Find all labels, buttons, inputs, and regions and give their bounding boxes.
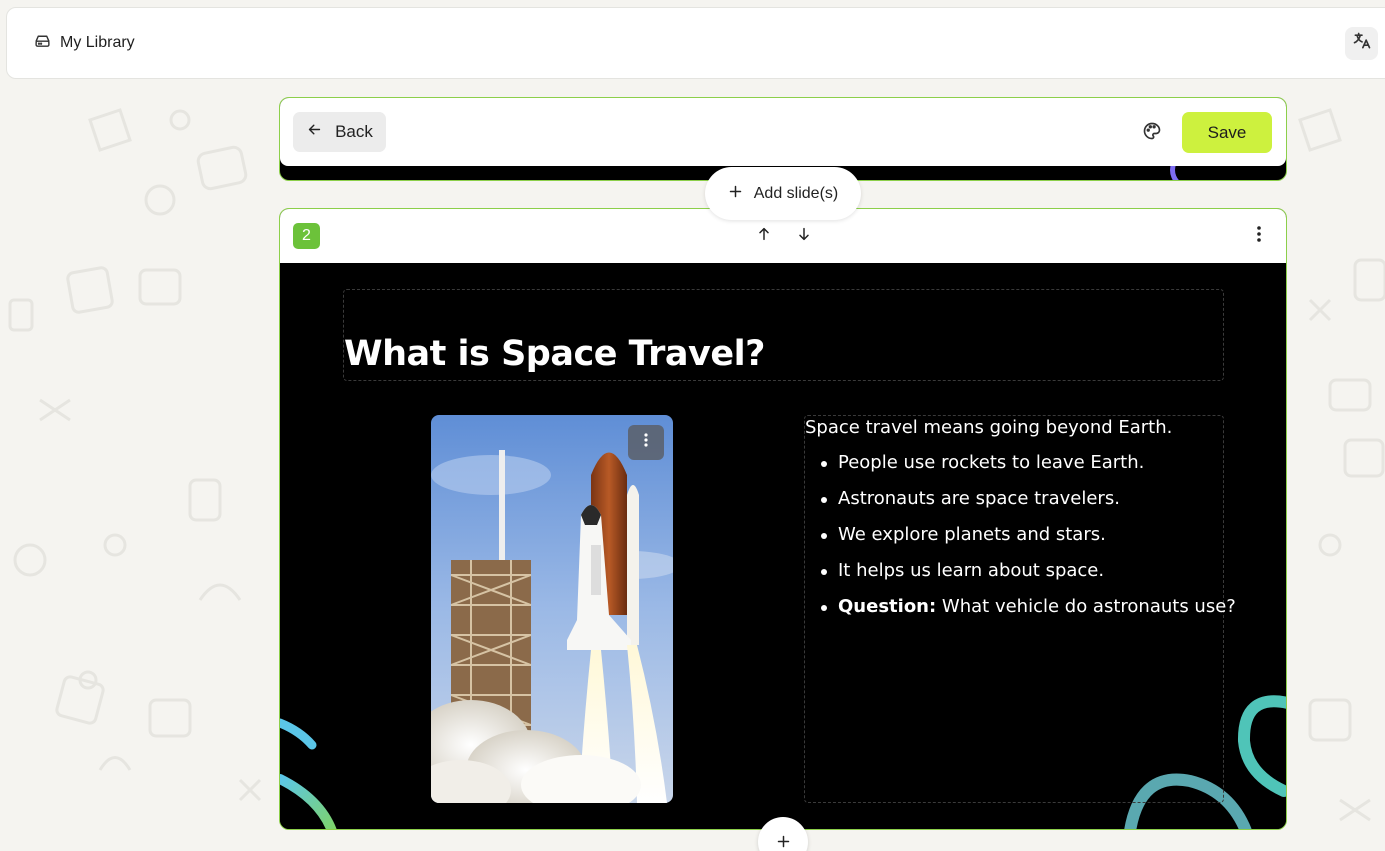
back-button[interactable]: Back — [293, 112, 386, 152]
question-label: Question: — [838, 596, 937, 617]
move-down-button[interactable] — [793, 225, 815, 247]
drive-icon — [34, 32, 51, 54]
save-button[interactable]: Save — [1182, 112, 1272, 153]
title-textbox[interactable]: What is Space Travel? — [343, 289, 1224, 381]
list-item: People use rockets to leave Earth. — [819, 452, 1236, 488]
move-up-button[interactable] — [753, 225, 775, 247]
body-intro: Space travel means going beyond Earth. — [805, 417, 1173, 438]
slide-title: What is Space Travel? — [344, 334, 765, 374]
slide-canvas: What is Space Travel? Space travel means… — [280, 263, 1286, 829]
plus-icon — [776, 834, 791, 851]
arrow-left-icon — [306, 121, 323, 143]
editor-toolbar: Back Save — [280, 98, 1286, 166]
translate-button[interactable] — [1345, 27, 1378, 60]
my-library-label: My Library — [60, 34, 135, 51]
arrow-up-icon — [756, 226, 772, 247]
bullet-list: People use rockets to leave Earth. Astro… — [819, 452, 1236, 632]
list-item-question: Question: What vehicle do astronauts use… — [819, 596, 1236, 632]
more-vertical-icon — [1257, 225, 1261, 247]
plus-icon — [728, 184, 743, 204]
body-textbox[interactable]: Space travel means going beyond Earth. P… — [804, 415, 1236, 803]
theme-button[interactable] — [1142, 121, 1164, 143]
slide-number-badge: 2 — [293, 223, 320, 249]
slide-options-button[interactable] — [1250, 225, 1268, 247]
list-item: It helps us learn about space. — [819, 560, 1236, 596]
slide-image[interactable] — [431, 415, 673, 803]
arrow-down-icon — [796, 226, 812, 247]
translate-icon — [1352, 31, 1372, 56]
shuttle-launch-image — [431, 415, 673, 803]
image-options-button[interactable] — [628, 425, 664, 460]
question-text: What vehicle do astronauts use? — [936, 596, 1236, 617]
list-item: We explore planets and stars. — [819, 524, 1236, 560]
more-vertical-icon — [644, 433, 648, 452]
palette-icon — [1142, 122, 1162, 145]
add-slide-button[interactable]: Add slide(s) — [705, 167, 861, 220]
back-label: Back — [335, 122, 373, 141]
add-slide-label: Add slide(s) — [753, 184, 839, 202]
my-library-link[interactable]: My Library — [34, 32, 135, 54]
top-bar: My Library — [6, 7, 1385, 79]
slide-card: 2 What is Space Travel? Space travel mea… — [279, 208, 1287, 830]
list-item: Astronauts are space travelers. — [819, 488, 1236, 524]
